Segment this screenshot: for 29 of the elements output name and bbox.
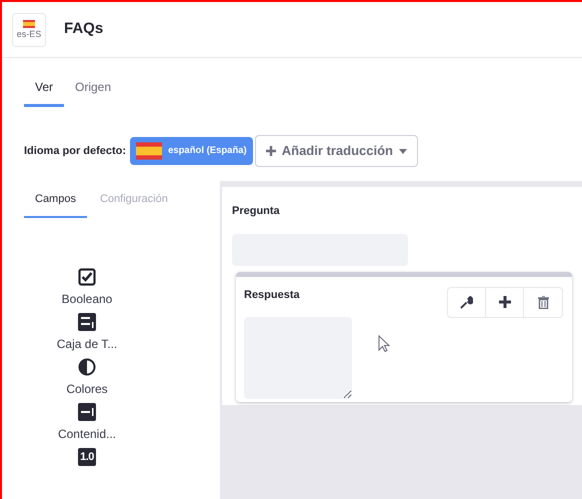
caret-icon: [398, 148, 407, 154]
answer-label: Respuesta: [244, 288, 301, 302]
answer-field[interactable]: [244, 317, 352, 399]
spain-flag-icon: [23, 20, 35, 28]
page-title: FAQs: [64, 19, 104, 40]
plus-icon: [266, 146, 276, 156]
field-type-item[interactable]: Contenid...: [58, 402, 116, 442]
field-type-item[interactable]: Booleano: [62, 268, 112, 308]
default-language-label: Idioma por defecto:: [24, 144, 126, 159]
field-type-item[interactable]: Colores: [66, 358, 108, 398]
trash-icon: [538, 296, 548, 308]
wrench-icon: [460, 296, 473, 308]
numeric-icon: 1.0: [78, 448, 96, 466]
default-language-badge: español (España): [130, 137, 253, 165]
mouse-pointer-icon: [378, 334, 390, 352]
spain-flag-icon: [136, 142, 162, 160]
text-area-icon: [78, 312, 96, 330]
plus-icon: [498, 296, 510, 308]
view-tab[interactable]: Origen: [64, 76, 122, 107]
checkbox-icon: [78, 268, 96, 286]
view-tab[interactable]: Ver: [24, 76, 64, 107]
text-field-icon: [78, 402, 96, 420]
contrast-icon: [78, 358, 96, 376]
locale-code: es-ES: [16, 30, 42, 39]
panel-tab[interactable]: Campos: [24, 189, 87, 218]
locale-button[interactable]: es-ES: [12, 12, 46, 46]
field-type-item[interactable]: Caja de T...: [56, 312, 118, 352]
question-label: Pregunta: [232, 204, 281, 219]
add-translation-button[interactable]: Añadir traducción: [254, 135, 418, 167]
